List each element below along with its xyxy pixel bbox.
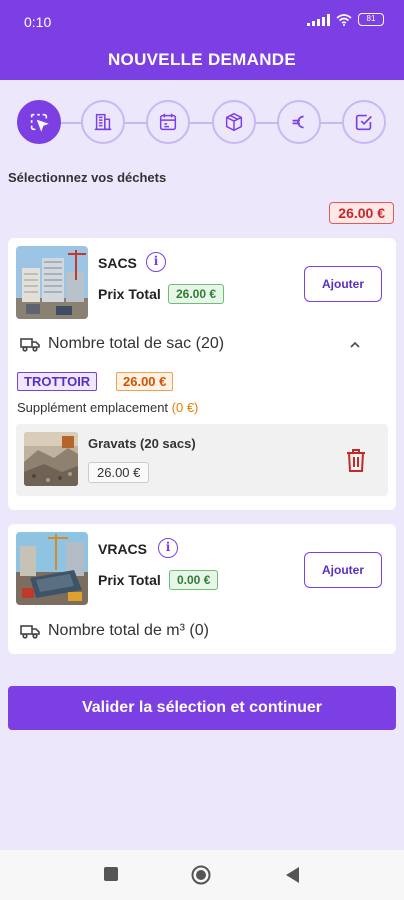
info-icon[interactable]: i [158, 538, 178, 558]
step-select-waste[interactable] [17, 100, 61, 144]
app-header: NOUVELLE DEMANDE [0, 40, 404, 80]
checkbox-icon [355, 114, 372, 131]
supplement-label: Supplément emplacement [17, 400, 169, 415]
vracs-count-text: Nombre total de m³ (0) [48, 622, 209, 639]
supplement-value: (0 €) [171, 400, 199, 415]
step-address[interactable] [81, 100, 125, 144]
vracs-thumbnail [16, 532, 88, 605]
vracs-title: VRACS [98, 541, 148, 557]
selected-item: Gravats (20 sacs) 26.00 € [16, 424, 388, 496]
wifi-icon [336, 13, 352, 26]
vracs-add-button[interactable]: Ajouter [304, 552, 382, 588]
status-bar: 0:10 81 [0, 0, 404, 40]
sacs-title: SACS [98, 255, 137, 271]
sacs-count-row[interactable]: Nombre total de sac (20) [20, 334, 224, 354]
signal-icon [307, 13, 330, 26]
status-icons: 81 [307, 13, 384, 26]
validate-selection-button[interactable]: Valider la sélection et continuer [8, 686, 396, 730]
vracs-price-value: 0.00 € [169, 570, 219, 590]
page-title: NOUVELLE DEMANDE [107, 50, 297, 69]
home-button-icon[interactable] [191, 865, 211, 885]
sacs-thumbnail [16, 246, 88, 319]
trash-icon[interactable] [344, 447, 368, 473]
step-date[interactable] [146, 100, 190, 144]
status-time: 0:10 [24, 14, 52, 30]
vracs-card: VRACS i Prix Total 0.00 € Ajouter Nombre… [8, 524, 396, 654]
system-nav-bar [0, 850, 404, 900]
step-package[interactable] [212, 100, 256, 144]
vracs-price-label: Prix Total [98, 572, 161, 588]
back-button-icon[interactable] [284, 866, 300, 884]
sacs-add-button[interactable]: Ajouter [304, 266, 382, 302]
vracs-count-row: Nombre total de m³ (0) [20, 621, 209, 641]
supplement-text: Supplément emplacement (0 €) [17, 400, 198, 415]
info-icon[interactable]: i [146, 252, 166, 272]
sacs-price-value: 26.00 € [168, 284, 225, 304]
total-price-badge: 26.00 € [329, 202, 394, 224]
truck-icon [20, 338, 40, 352]
select-cursor-icon [30, 113, 49, 132]
package-icon [225, 112, 243, 132]
location-tag: TROTTOIR [17, 372, 98, 391]
item-name: Gravats (20 sacs) [88, 436, 196, 451]
chevron-up-icon[interactable] [348, 338, 362, 352]
euro-icon [292, 115, 304, 129]
location-price-tag: 26.00 € [116, 372, 174, 391]
calendar-icon [159, 113, 177, 131]
building-icon [94, 113, 112, 131]
battery-icon: 81 [358, 13, 384, 26]
recents-button-icon[interactable] [103, 866, 119, 882]
item-price: 26.00 € [88, 462, 150, 483]
truck-icon [20, 625, 40, 639]
step-payment[interactable] [277, 100, 321, 144]
section-title: Sélectionnez vos déchets [8, 170, 167, 185]
sacs-card: SACS i Prix Total 26.00 € Ajouter Nombre… [8, 238, 396, 510]
step-confirm[interactable] [342, 100, 386, 144]
sacs-count-text: Nombre total de sac (20) [48, 335, 225, 352]
sacs-price-label: Prix Total [98, 286, 161, 302]
gravats-thumbnail [24, 432, 78, 486]
